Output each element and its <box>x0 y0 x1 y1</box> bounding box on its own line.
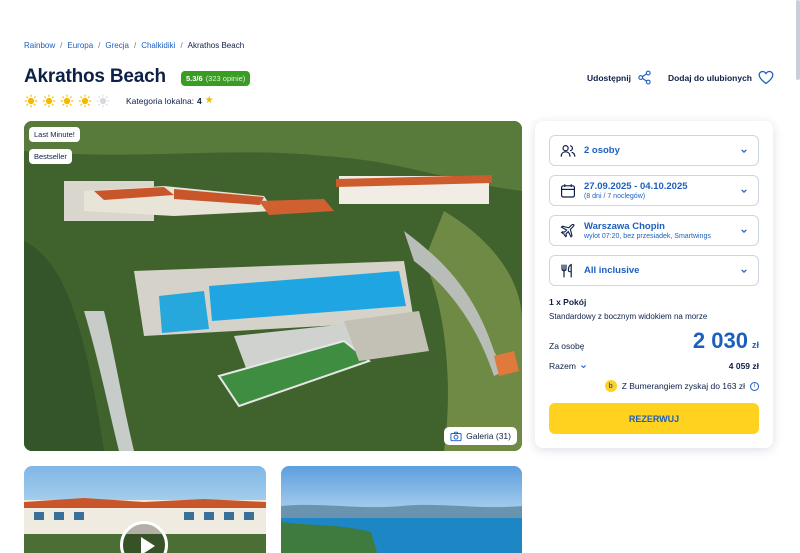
chevron-down-icon <box>741 148 747 153</box>
price-currency: zł <box>751 340 759 350</box>
dates-sub: (8 dni / 7 noclegów) <box>584 193 646 200</box>
total-toggle[interactable]: Razem <box>549 361 587 371</box>
page-scrollbar[interactable] <box>796 0 800 80</box>
sun-rating <box>24 94 110 108</box>
sea-view-image <box>281 504 522 553</box>
sun-icon <box>60 94 74 108</box>
total-label: Razem <box>549 361 576 371</box>
last-minute-badge: Last Minute! <box>29 127 80 142</box>
chevron-down-icon <box>580 364 586 368</box>
chevron-down-icon <box>741 228 747 233</box>
persons-select[interactable]: 2 osoby <box>549 135 759 166</box>
dates-value: 27.09.2025 - 04.10.2025 <box>584 181 688 192</box>
airport-sub: wylot 07:20, bez przesiadek, Smartwings <box>584 233 711 240</box>
sun-icon <box>78 94 92 108</box>
breadcrumb-separator: / <box>98 41 101 50</box>
board-value: All inclusive <box>584 265 640 276</box>
star-icon: ★ <box>204 95 214 106</box>
rooms-count: 1 x Pokój <box>549 297 587 307</box>
sun-icon <box>42 94 56 108</box>
local-category-label: Kategoria lokalna: <box>126 95 195 106</box>
video-thumbnail[interactable] <box>24 466 266 553</box>
users-icon <box>560 144 576 157</box>
breadcrumb-link-chalkidiki[interactable]: Chalkidiki <box>141 41 175 50</box>
favorite-label: Dodaj do ulubionych <box>667 72 752 83</box>
rating-score: 5.3/6 <box>186 74 203 83</box>
airport-select[interactable]: Warszawa Chopin wylot 07:20, bez przesia… <box>549 215 759 246</box>
calendar-icon <box>561 183 575 198</box>
hotel-title: Akrathos Beach <box>24 66 166 87</box>
sun-empty-icon <box>96 94 110 108</box>
hotel-aerial-image <box>24 121 522 451</box>
main-hotel-photo[interactable]: Last Minute! Bestseller Galeria (31) <box>24 121 522 451</box>
cutlery-icon <box>561 263 572 277</box>
share-label: Udostępnij <box>587 72 631 83</box>
total-value: 4 059 zł <box>728 361 759 371</box>
sun-icon <box>24 94 38 108</box>
per-person-price: 2 030 zł <box>693 328 759 354</box>
persons-value: 2 osoby <box>584 145 620 156</box>
board-select[interactable]: All inclusive <box>549 255 759 286</box>
per-person-label: Za osobę <box>549 341 585 351</box>
room-description: Standardowy z bocznym widokiem na morze <box>549 312 708 321</box>
camera-icon <box>450 431 462 441</box>
rating-badge[interactable]: 5.3/6 (323 opinie) <box>181 71 251 86</box>
airport-value: Warszawa Chopin <box>584 221 665 232</box>
rating-count: (323 opinie) <box>205 74 246 83</box>
local-category-value: 4 <box>197 95 202 106</box>
breadcrumb-separator: / <box>180 41 183 50</box>
dates-select[interactable]: 27.09.2025 - 04.10.2025 (8 dni / 7 nocle… <box>549 175 759 206</box>
share-button[interactable]: Udostępnij <box>587 70 652 85</box>
info-icon[interactable]: i <box>750 381 759 391</box>
breadcrumb-separator: / <box>60 41 63 50</box>
breadcrumb-separator: / <box>133 41 137 50</box>
booking-panel: 2 osoby 27.09.2025 - 04.10.2025 (8 dni /… <box>535 121 773 448</box>
bumerang-info: b Z Bumerangiem zyskaj do 163 zł i <box>604 380 759 392</box>
breadcrumb-current: Akrathos Beach <box>187 41 245 50</box>
breadcrumb-link-rainbow[interactable]: Rainbow <box>24 41 55 50</box>
plane-icon <box>560 223 575 238</box>
breadcrumb-link-europa[interactable]: Europa <box>67 41 93 50</box>
book-button[interactable]: REZERWUJ <box>549 403 759 434</box>
breadcrumb: Rainbow / Europa / Grecja / Chalkidiki /… <box>24 41 244 50</box>
breadcrumb-link-grecja[interactable]: Grecja <box>105 41 129 50</box>
gallery-button[interactable]: Galeria (31) <box>444 427 517 445</box>
local-category: Kategoria lokalna: 4 ★ <box>126 95 214 106</box>
price-amount: 2 030 <box>692 328 748 353</box>
gallery-label: Galeria (31) <box>466 431 511 441</box>
bumerang-logo-icon: b <box>604 380 617 392</box>
share-icon <box>638 70 651 85</box>
bumerang-text: Z Bumerangiem zyskaj do 163 zł <box>621 381 745 391</box>
bestseller-badge: Bestseller <box>29 149 72 164</box>
chevron-down-icon <box>741 268 747 273</box>
sea-photo-thumbnail[interactable] <box>281 466 522 553</box>
header-actions: Udostępnij Dodaj do ulubionych <box>587 70 774 85</box>
heart-icon <box>758 70 774 85</box>
chevron-down-icon <box>741 188 747 193</box>
favorite-button[interactable]: Dodaj do ulubionych <box>668 70 774 85</box>
